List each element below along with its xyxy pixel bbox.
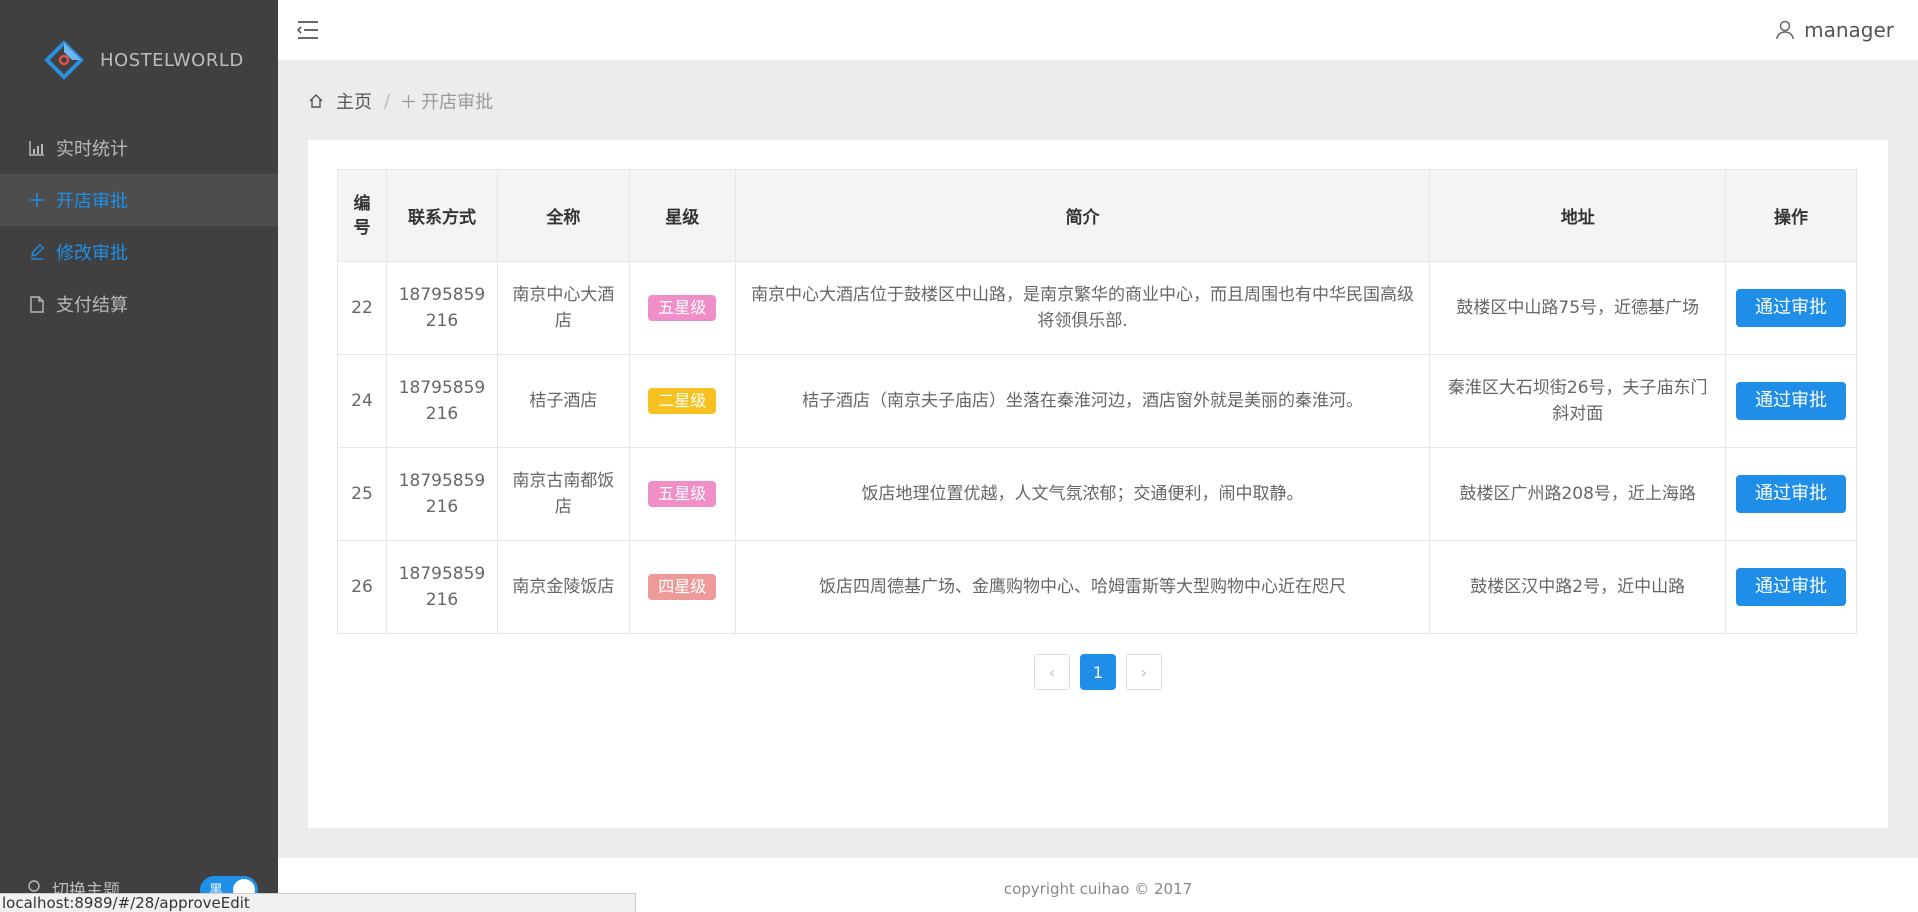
cell-id: 24 — [337, 354, 387, 448]
chart-icon — [28, 139, 46, 157]
star-badge: 四星级 — [648, 574, 717, 600]
approval-table: 编号 联系方式 全称 星级 简介 地址 操作 22 18795859216 南京… — [337, 169, 1858, 634]
cell-address: 鼓楼区汉中路2号，近中山路 — [1429, 540, 1726, 634]
cell-intro: 饭店地理位置优越，人文气氛浓郁；交通便利，闹中取静。 — [734, 447, 1431, 541]
breadcrumb-current-label: 开店审批 — [421, 92, 494, 113]
sidebar-item-open-approval[interactable]: 开店审批 — [0, 174, 278, 226]
home-icon — [309, 94, 323, 108]
sidebar-item-label: 开店审批 — [56, 191, 128, 212]
star-badge: 二星级 — [648, 388, 717, 414]
page-button-current[interactable]: 1 — [1080, 654, 1116, 690]
col-id: 编号 — [337, 169, 387, 262]
top-header: manager — [278, 0, 1918, 60]
menu-collapse-icon[interactable] — [296, 18, 320, 42]
copyright-text: copyright cuihao © 2017 — [1003, 880, 1193, 898]
main-card: 编号 联系方式 全称 星级 简介 地址 操作 22 18795859216 南京… — [308, 140, 1888, 828]
col-star: 星级 — [628, 169, 736, 262]
next-page-button[interactable]: › — [1126, 654, 1162, 690]
username: manager — [1804, 18, 1894, 42]
breadcrumb-separator: / — [384, 90, 391, 112]
table-row: 24 18795859216 桔子酒店 二星级 桔子酒店（南京夫子庙店）坐落在秦… — [337, 354, 1858, 448]
cell-intro: 南京中心大酒店位于鼓楼区中山路，是南京繁华的商业中心，而且周围也有中华民国高级将… — [734, 261, 1431, 355]
star-badge: 五星级 — [648, 481, 717, 507]
cell-address: 鼓楼区广州路208号，近上海路 — [1429, 447, 1726, 541]
sidebar-item-realtime-stats[interactable]: 实时统计 — [0, 122, 278, 174]
cell-id: 25 — [337, 447, 387, 541]
browser-status-bar: localhost:8989/#/28/approveEdit — [0, 893, 636, 912]
approve-button[interactable]: 通过审批 — [1735, 475, 1846, 513]
edit-icon — [28, 243, 46, 261]
logo[interactable]: HOSTELWORLD — [44, 40, 244, 80]
cell-name: 南京古南都饭店 — [496, 447, 630, 541]
sidebar-item-label: 实时统计 — [56, 139, 128, 160]
user-icon — [1776, 20, 1794, 40]
col-action: 操作 — [1724, 169, 1858, 262]
sidebar: HOSTELWORLD 实时统计 开店审批 修改审批 支付结算 切换主题 黑 — [0, 0, 278, 912]
sidebar-menu: 实时统计 开店审批 修改审批 支付结算 — [0, 122, 278, 330]
cell-name: 南京中心大酒店 — [496, 261, 630, 355]
cell-name: 桔子酒店 — [496, 354, 630, 448]
table-header-row: 编号 联系方式 全称 星级 简介 地址 操作 — [337, 169, 1858, 262]
sidebar-item-label: 修改审批 — [56, 243, 128, 264]
approve-button[interactable]: 通过审批 — [1735, 289, 1846, 327]
table-row: 22 18795859216 南京中心大酒店 五星级 南京中心大酒店位于鼓楼区中… — [337, 261, 1858, 355]
pagination: ‹ 1 › — [308, 654, 1888, 690]
prev-page-button[interactable]: ‹ — [1034, 654, 1070, 690]
col-phone: 联系方式 — [385, 169, 498, 262]
file-icon — [28, 295, 46, 313]
col-address: 地址 — [1429, 169, 1726, 262]
cell-address: 鼓楼区中山路75号，近德基广场 — [1429, 261, 1726, 355]
sidebar-item-label: 支付结算 — [56, 295, 128, 316]
cell-star: 二星级 — [628, 354, 736, 448]
table-row: 26 18795859216 南京金陵饭店 四星级 饭店四周德基广场、金鹰购物中… — [337, 540, 1858, 634]
cell-star: 五星级 — [628, 447, 736, 541]
logo-icon — [44, 40, 84, 80]
cell-address: 秦淮区大石坝街26号，夫子庙东门斜对面 — [1429, 354, 1726, 448]
star-badge: 五星级 — [648, 295, 717, 321]
cell-phone: 18795859216 — [385, 447, 498, 541]
col-name: 全称 — [496, 169, 630, 262]
cell-action: 通过审批 — [1724, 354, 1858, 448]
cell-phone: 18795859216 — [385, 540, 498, 634]
cell-phone: 18795859216 — [385, 261, 498, 355]
plus-icon — [402, 94, 416, 108]
sidebar-item-payment-settlement[interactable]: 支付结算 — [0, 278, 278, 330]
cell-action: 通过审批 — [1724, 540, 1858, 634]
plus-icon — [28, 191, 46, 209]
approve-button[interactable]: 通过审批 — [1735, 568, 1846, 606]
cell-name: 南京金陵饭店 — [496, 540, 630, 634]
breadcrumb-current: 开店审批 — [402, 88, 493, 114]
cell-action: 通过审批 — [1724, 447, 1858, 541]
cell-id: 22 — [337, 261, 387, 355]
cell-phone: 18795859216 — [385, 354, 498, 448]
brand-name: HOSTELWORLD — [100, 49, 244, 71]
cell-intro: 桔子酒店（南京夫子庙店）坐落在秦淮河边，酒店窗外就是美丽的秦淮河。 — [734, 354, 1431, 448]
breadcrumb-home[interactable]: 主页 — [336, 88, 372, 114]
cell-star: 四星级 — [628, 540, 736, 634]
cell-star: 五星级 — [628, 261, 736, 355]
table-row: 25 18795859216 南京古南都饭店 五星级 饭店地理位置优越，人文气氛… — [337, 447, 1858, 541]
sidebar-item-edit-approval[interactable]: 修改审批 — [0, 226, 278, 278]
cell-action: 通过审批 — [1724, 261, 1858, 355]
approve-button[interactable]: 通过审批 — [1735, 382, 1846, 420]
col-intro: 简介 — [734, 169, 1431, 262]
user-menu[interactable]: manager — [1776, 18, 1894, 42]
breadcrumb: 主页 / 开店审批 — [308, 88, 493, 114]
status-url: localhost:8989/#/28/approveEdit — [2, 894, 250, 912]
cell-id: 26 — [337, 540, 387, 634]
cell-intro: 饭店四周德基广场、金鹰购物中心、哈姆雷斯等大型购物中心近在咫尺 — [734, 540, 1431, 634]
